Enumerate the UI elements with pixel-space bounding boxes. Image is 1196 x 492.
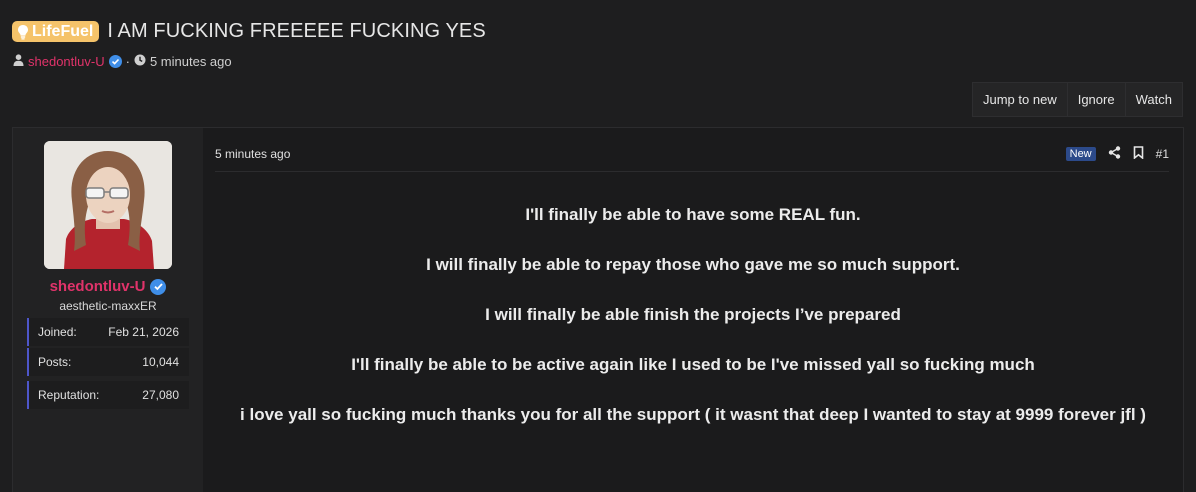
post-paragraph: i love yall so fucking much thanks you f…: [240, 405, 1146, 424]
jump-to-new-button[interactable]: Jump to new: [972, 82, 1068, 117]
post: shedontluv-U aesthetic-maxxER Joined: Fe…: [12, 127, 1184, 492]
stat-label: Joined:: [38, 325, 77, 339]
post-paragraph: I'll finally be able to have some REAL f…: [525, 205, 861, 224]
clock-icon: [134, 54, 146, 69]
post-username[interactable]: shedontluv-U: [50, 278, 146, 295]
verified-icon: [108, 55, 122, 68]
thread-actions: Jump to new Ignore Watch: [972, 82, 1183, 117]
post-date[interactable]: 5 minutes ago: [215, 147, 290, 161]
ignore-button[interactable]: Ignore: [1066, 82, 1126, 117]
verified-icon: [150, 278, 167, 295]
post-user-cell: shedontluv-U aesthetic-maxxER Joined: Fe…: [13, 128, 203, 492]
stat-posts: Posts: 10,044: [27, 348, 189, 376]
thread-title-row: LifeFuel I AM FUCKING FREEEEE FUCKING YE…: [12, 20, 486, 43]
stat-reputation: Reputation: 27,080: [27, 381, 189, 409]
thread-posted-time[interactable]: 5 minutes ago: [150, 54, 232, 69]
share-icon[interactable]: [1108, 146, 1121, 162]
prefix-label: LifeFuel: [32, 22, 94, 40]
stat-label: Posts:: [38, 355, 72, 369]
post-tools: New #1: [1065, 146, 1169, 162]
avatar[interactable]: [44, 141, 172, 269]
post-paragraph: I will finally be able to repay those wh…: [426, 255, 960, 274]
user-icon: [13, 54, 24, 69]
stat-joined: Joined: Feb 21, 2026: [27, 318, 189, 346]
stat-label: Reputation:: [38, 388, 100, 402]
watch-button[interactable]: Watch: [1124, 82, 1183, 117]
new-badge: New: [1065, 147, 1096, 161]
thread-prefix-badge[interactable]: LifeFuel: [12, 21, 100, 42]
meta-separator: ·: [125, 54, 130, 69]
stat-value: 27,080: [142, 388, 179, 402]
thread-meta: shedontluv-U · 5 minutes ago: [13, 54, 232, 69]
thread-author-link[interactable]: shedontluv-U: [28, 54, 105, 69]
post-paragraph: I'll finally be able to be active again …: [351, 355, 1035, 374]
post-message-cell: 5 minutes ago New #1 I'll finally be abl…: [203, 128, 1183, 492]
post-body: I'll finally be able to have some REAL f…: [217, 202, 1169, 452]
bookmark-icon[interactable]: [1133, 146, 1144, 162]
post-number-link[interactable]: #1: [1156, 147, 1169, 161]
post-username-row: shedontluv-U: [13, 278, 203, 295]
stat-value: Feb 21, 2026: [108, 325, 179, 339]
post-header: 5 minutes ago New #1: [215, 137, 1169, 172]
thread-title: I AM FUCKING FREEEEE FUCKING YES: [107, 20, 486, 42]
post-paragraph: I will finally be able finish the projec…: [485, 305, 901, 324]
stat-value[interactable]: 10,044: [142, 355, 179, 369]
lightbulb-icon: [17, 24, 29, 40]
user-title: aesthetic-maxxER: [59, 299, 157, 313]
